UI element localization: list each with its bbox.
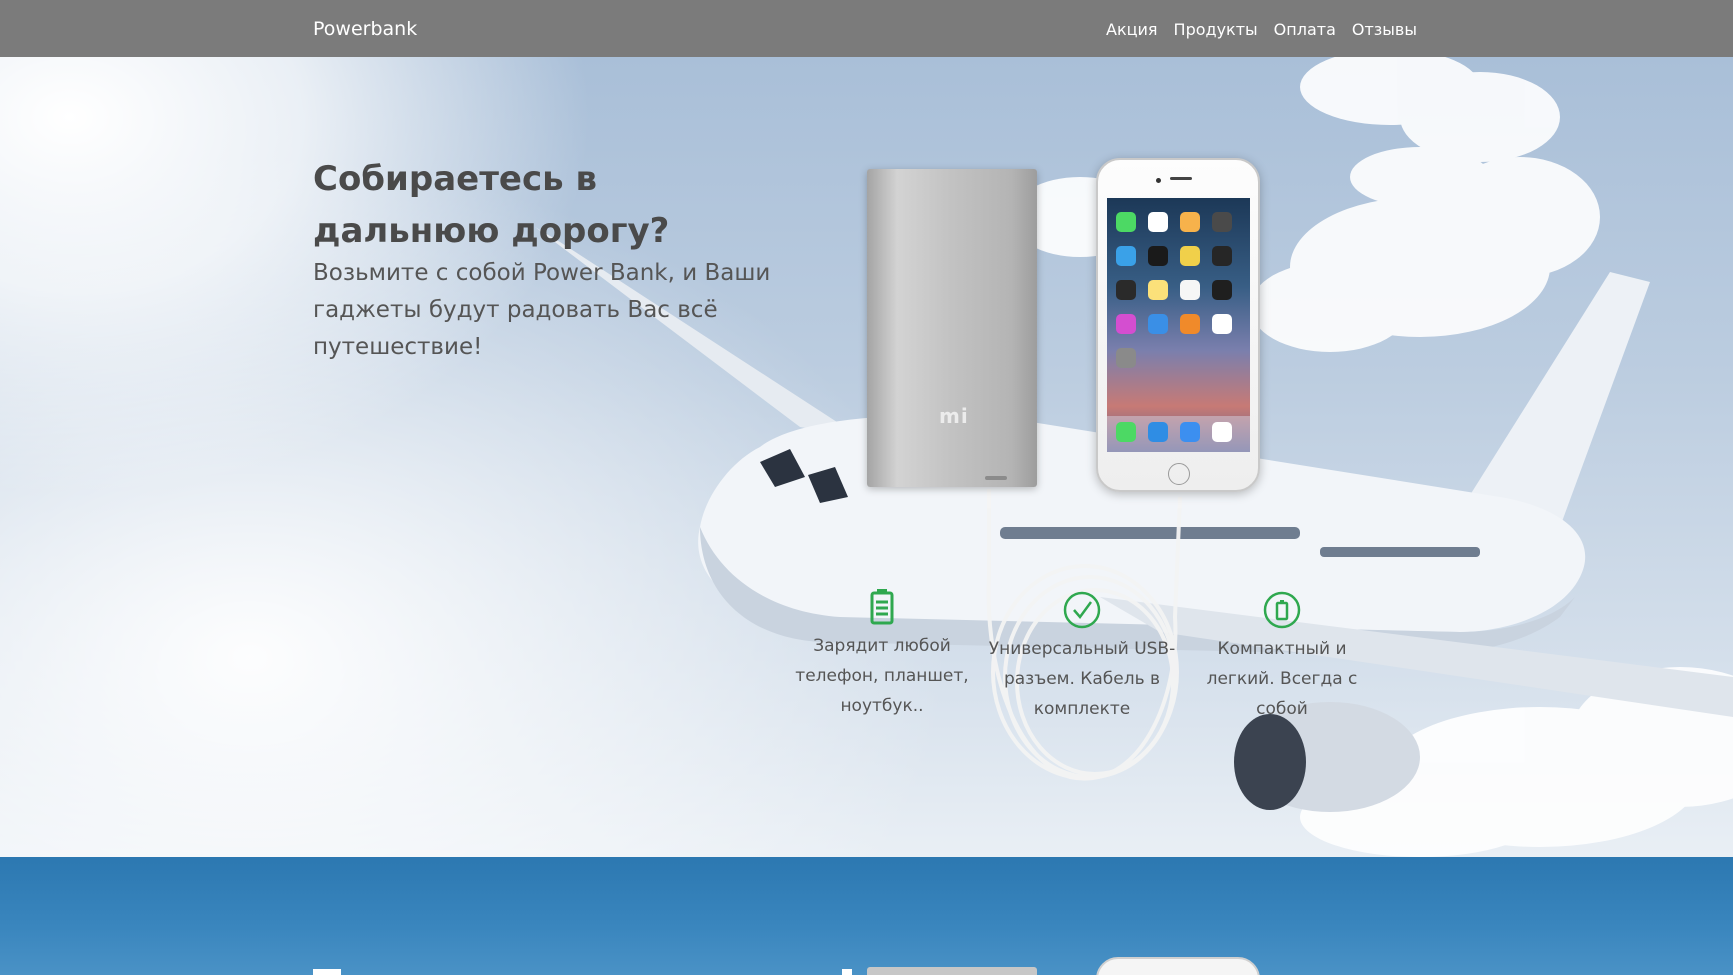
powerbank-image: mi: [867, 169, 1037, 487]
hero-subtitle: Возьмите с собой Power Bank, и Ваши гадж…: [313, 260, 771, 360]
feature-compact: Компактный и легкий. Всегда с собой: [1187, 590, 1377, 724]
compact-battery-icon: [1263, 591, 1301, 629]
check-circle-icon: [1063, 591, 1101, 629]
next-powerbank-image: [867, 967, 1037, 975]
brand-link[interactable]: Powerbank: [313, 18, 417, 40]
home-button: [1168, 463, 1190, 485]
nav-link-reviews[interactable]: Отзывы: [1352, 20, 1417, 39]
navbar: Powerbank Акция Продукты Оплата Отзывы: [0, 0, 1733, 57]
powerbank-logo: mi: [939, 404, 969, 428]
feature-compact-text: Компактный и легкий. Всегда с собой: [1206, 639, 1358, 719]
phone-speaker: [1170, 177, 1192, 180]
smartphone-image: [1096, 158, 1260, 492]
next-section: [0, 857, 1733, 975]
hero-section: Собираетесь в дальнюю дорогу? Возьмите с…: [0, 57, 1733, 857]
next-section-heading-fragment: [313, 969, 341, 975]
feature-charge-text: Зарядит любой телефон, планшет, ноутбук.…: [795, 636, 969, 716]
feature-usb: Универсальный USB-разъем. Кабель в компл…: [987, 590, 1177, 724]
nav-link-payment[interactable]: Оплата: [1274, 20, 1336, 39]
feature-charge: Зарядит любой телефон, планшет, ноутбук.…: [787, 587, 977, 721]
nav-links: Акция Продукты Оплата Отзывы: [1106, 20, 1417, 39]
battery-icon: [870, 589, 894, 625]
app-icons-grid: [1107, 212, 1250, 452]
next-section-text-fragment: [842, 969, 852, 975]
hero-title: Собираетесь в дальнюю дорогу?: [313, 159, 670, 251]
usb-port: [985, 476, 1007, 480]
nav-link-products[interactable]: Продукты: [1174, 20, 1258, 39]
nav-link-promo[interactable]: Акция: [1106, 20, 1158, 39]
next-smartphone-image: [1096, 957, 1260, 975]
phone-camera: [1156, 178, 1161, 183]
feature-usb-text: Универсальный USB-разъем. Кабель в компл…: [988, 639, 1176, 719]
phone-screen: [1107, 198, 1250, 452]
